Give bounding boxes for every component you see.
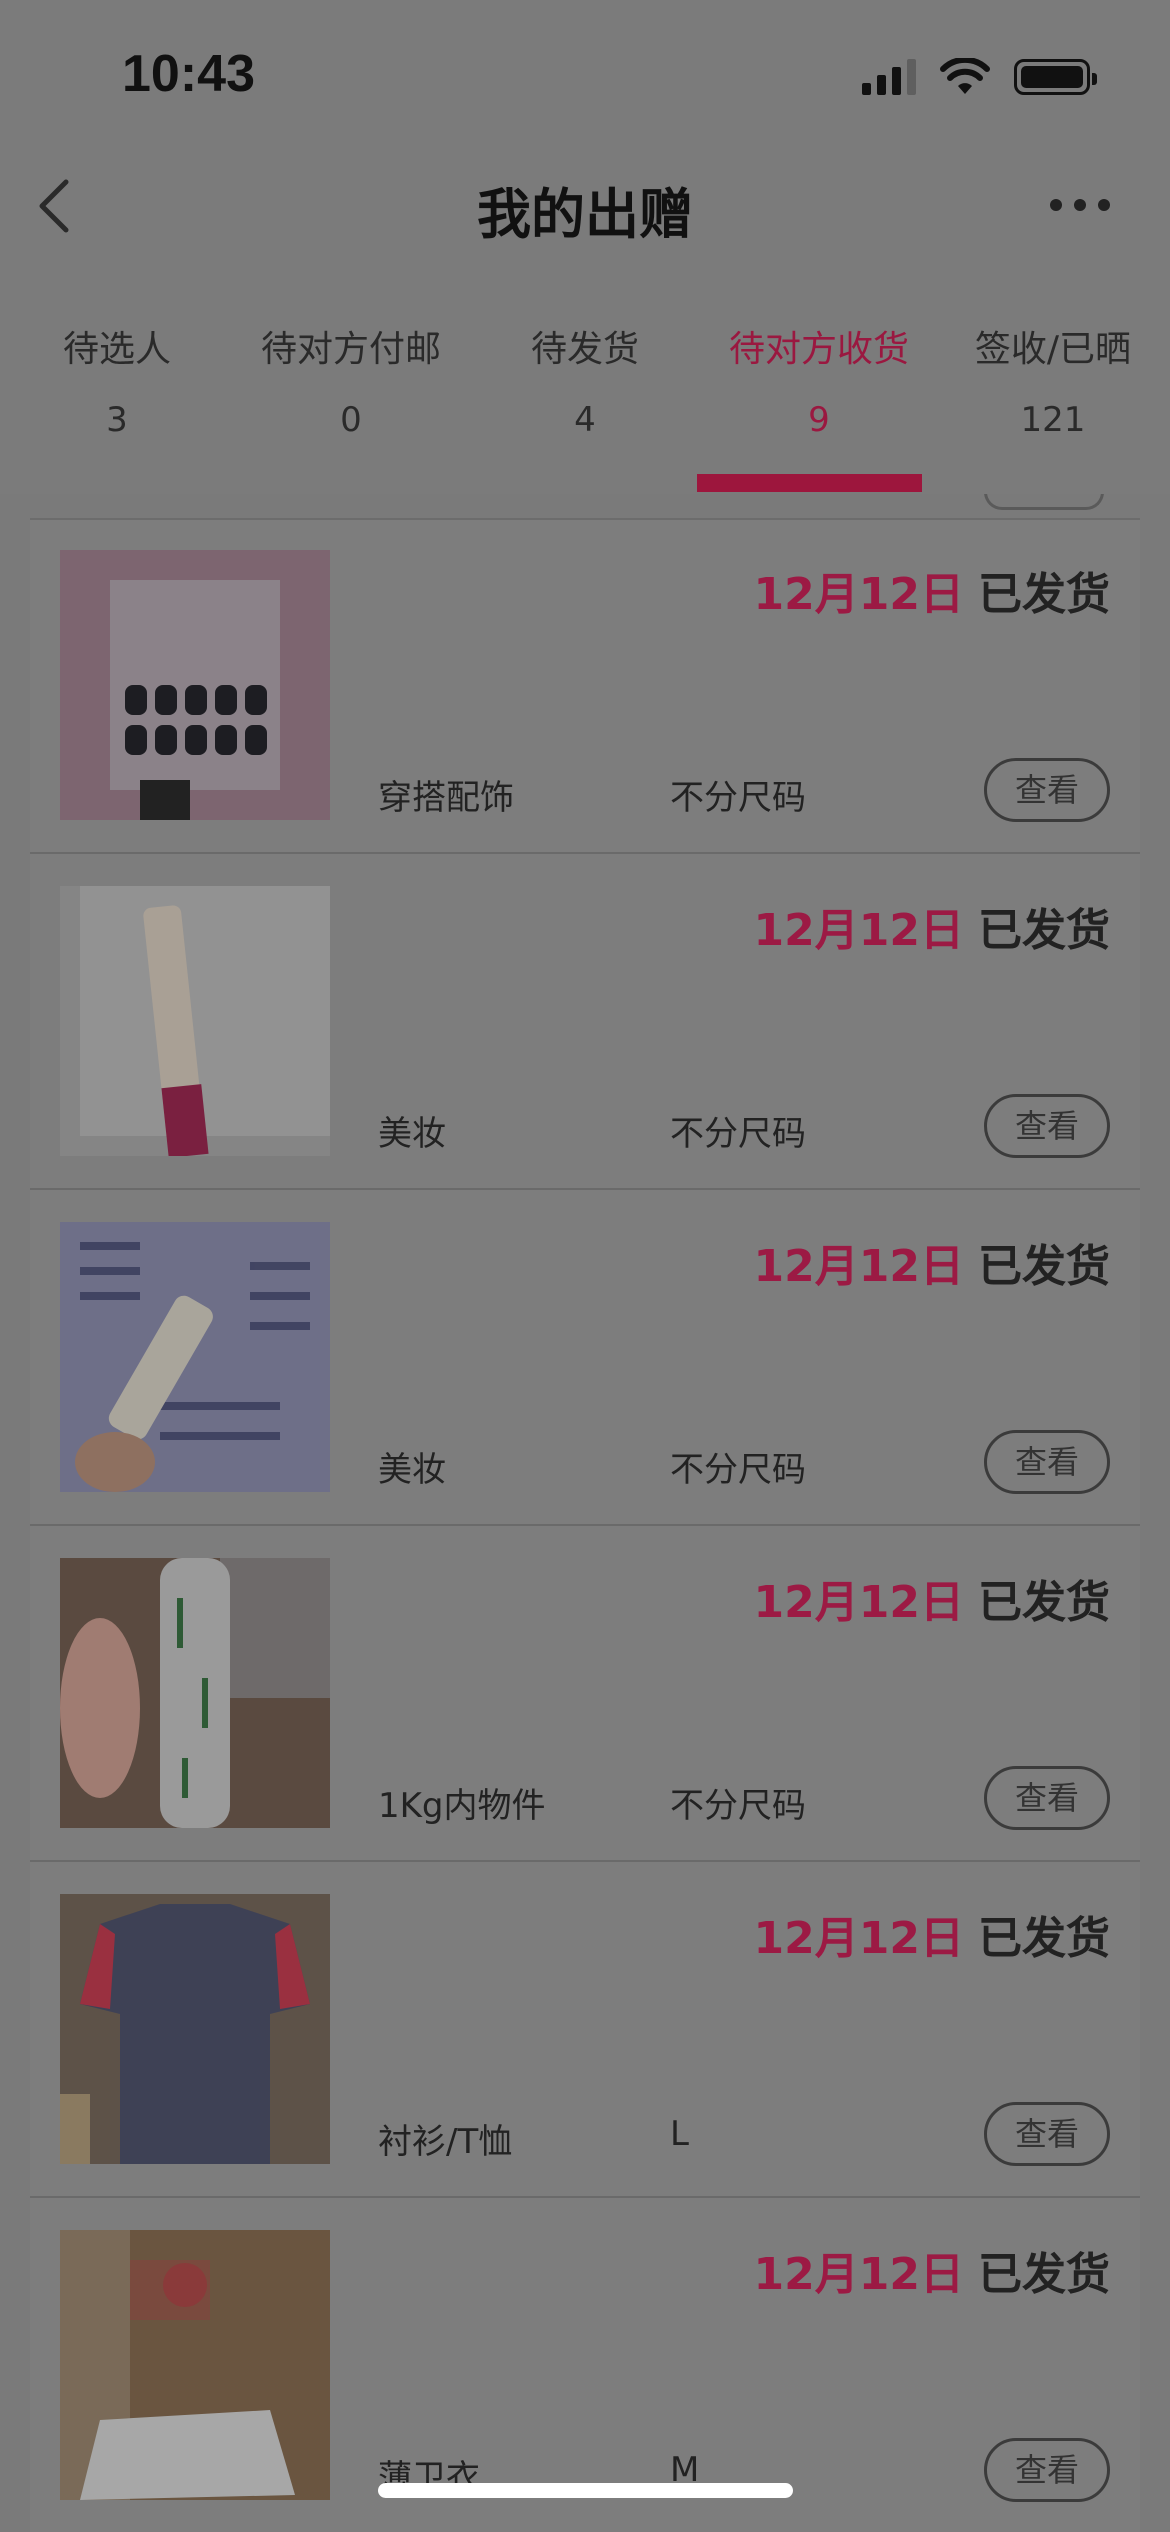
tab-count: 3 xyxy=(106,400,128,440)
ship-status: 已发货 xyxy=(978,1577,1110,1628)
item-photo xyxy=(60,550,330,820)
item-photo xyxy=(60,1222,330,1492)
item-size: 不分尺码 xyxy=(670,1114,806,1154)
tab-pending-postage[interactable]: 待对方付邮 0 xyxy=(234,320,468,440)
ship-date-status: 12月12日 已发货 xyxy=(754,1230,1110,1294)
item-photo xyxy=(60,1894,330,2164)
ship-date: 12月12日 xyxy=(753,905,964,956)
ship-date: 12月12日 xyxy=(753,1913,964,1964)
ship-date: 12月12日 xyxy=(753,1577,964,1628)
status-icons xyxy=(862,55,1097,99)
item-size: 不分尺码 xyxy=(670,778,806,818)
view-button[interactable]: 查看 xyxy=(984,1766,1110,1830)
item-size: 不分尺码 xyxy=(670,1786,806,1826)
list-item[interactable]: 12月12日 已发货 美妆 不分尺码 查看 xyxy=(30,856,1140,1190)
ship-status: 已发货 xyxy=(978,905,1110,956)
status-tabs: 待选人 3 待对方付邮 0 待发货 4 待对方收货 9 签收/已晒 121 xyxy=(0,320,1170,440)
gift-list[interactable]: 12月12日 已发货 穿搭配饰 不分尺码 查看 12月12日 已发货 美妆 不分尺码… xyxy=(30,494,1140,2532)
ship-status: 已发货 xyxy=(978,2249,1110,2300)
tab-label: 待选人 xyxy=(62,329,171,370)
page-title: 我的出赠 xyxy=(477,183,693,246)
tab-count: 0 xyxy=(340,400,362,440)
item-category: 美妆 xyxy=(378,1114,446,1154)
more-options-icon[interactable] xyxy=(1050,190,1120,220)
view-button[interactable]: 查看 xyxy=(984,2438,1110,2502)
ship-date-status: 12月12日 已发货 xyxy=(754,1902,1110,1966)
tab-label: 待对方付邮 xyxy=(260,329,441,370)
tab-count: 121 xyxy=(1020,400,1086,440)
ship-date: 12月12日 xyxy=(753,1241,964,1292)
tab-count: 9 xyxy=(808,400,830,440)
ship-date: 12月12日 xyxy=(753,569,964,620)
view-button[interactable]: 查看 xyxy=(984,1430,1110,1494)
ship-status: 已发货 xyxy=(978,1913,1110,1964)
view-button[interactable]: 查看 xyxy=(984,758,1110,822)
item-category: 穿搭配饰 xyxy=(378,778,514,818)
list-edge xyxy=(30,494,1140,520)
active-tab-indicator xyxy=(697,474,922,492)
battery-icon xyxy=(1014,59,1097,95)
tab-received[interactable]: 签收/已晒 121 xyxy=(936,320,1170,440)
tab-pending-ship[interactable]: 待发货 4 xyxy=(468,320,702,440)
wifi-icon xyxy=(940,58,990,94)
list-item[interactable]: 12月12日 已发货 美妆 不分尺码 查看 xyxy=(30,1192,1140,1526)
ship-date-status: 12月12日 已发货 xyxy=(754,2238,1110,2302)
ship-date: 12月12日 xyxy=(753,2249,964,2300)
item-category: 美妆 xyxy=(378,1450,446,1490)
tab-pending-receive[interactable]: 待对方收货 9 xyxy=(702,320,936,440)
ship-status: 已发货 xyxy=(978,569,1110,620)
tab-pending-select[interactable]: 待选人 3 xyxy=(0,320,234,440)
ship-date-status: 12月12日 已发货 xyxy=(754,558,1110,622)
tab-count: 4 xyxy=(574,400,596,440)
tab-label: 待发货 xyxy=(530,329,639,370)
item-category: 衬衫/T恤 xyxy=(378,2122,513,2162)
list-item[interactable]: 12月12日 已发货 衬衫/T恤 L 查看 xyxy=(30,1864,1140,2198)
ship-status: 已发货 xyxy=(978,1241,1110,1292)
item-photo xyxy=(60,886,330,1156)
item-category: 1Kg内物件 xyxy=(378,1786,546,1826)
cellular-signal-icon xyxy=(862,59,916,95)
view-button[interactable]: 查看 xyxy=(984,2102,1110,2166)
ship-date-status: 12月12日 已发货 xyxy=(754,894,1110,958)
view-button[interactable]: 查看 xyxy=(984,1094,1110,1158)
list-item[interactable]: 12月12日 已发货 穿搭配饰 不分尺码 查看 xyxy=(30,520,1140,854)
status-time: 10:43 xyxy=(122,45,255,103)
home-indicator[interactable] xyxy=(378,2483,793,2498)
tab-label: 待对方收货 xyxy=(728,329,909,370)
item-photo xyxy=(60,1558,330,1828)
tab-label: 签收/已晒 xyxy=(974,329,1132,370)
item-size: 不分尺码 xyxy=(670,1450,806,1490)
list-item[interactable]: 12月12日 已发货 1Kg内物件 不分尺码 查看 xyxy=(30,1528,1140,1862)
top-bar: 10:43 我的出赠 待选人 3 待对方付邮 0 待发货 4 待对方收货 9 签… xyxy=(0,0,1170,494)
ship-date-status: 12月12日 已发货 xyxy=(754,1566,1110,1630)
item-size: L xyxy=(670,2114,689,2154)
item-photo xyxy=(60,2230,330,2500)
